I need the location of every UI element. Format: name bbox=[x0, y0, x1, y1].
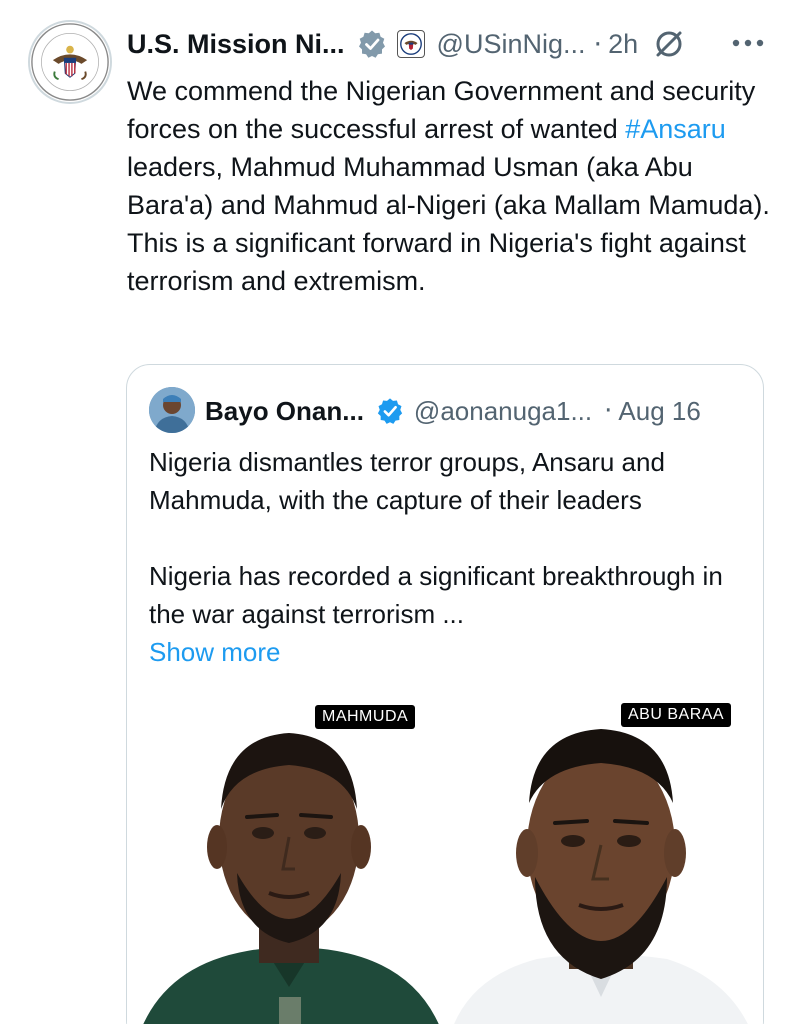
quoted-tweet-text: Nigeria dismantles terror groups, Ansaru… bbox=[149, 443, 749, 671]
quoted-media-image[interactable]: MAHMUDA ABU BARAA bbox=[127, 697, 763, 1024]
quoted-tweet-header: Bayo Onan... @aonanuga1... · Aug 16 bbox=[205, 391, 701, 431]
separator-dot: · bbox=[604, 396, 613, 426]
verified-badge-icon[interactable] bbox=[357, 29, 387, 59]
display-name[interactable]: U.S. Mission Ni... bbox=[127, 29, 345, 60]
us-mission-avatar[interactable] bbox=[28, 20, 112, 104]
photo-label-right: ABU BARAA bbox=[621, 703, 732, 727]
tweet[interactable]: U.S. Mission Ni... @USinNig... · 2h We c… bbox=[0, 0, 796, 1024]
handle[interactable]: @USinNig... bbox=[437, 29, 586, 60]
quoted-handle[interactable]: @aonanuga1... bbox=[414, 396, 592, 427]
government-affiliation-icon[interactable] bbox=[396, 30, 425, 58]
separator-dot: · bbox=[593, 28, 603, 60]
quoted-date[interactable]: Aug 16 bbox=[618, 396, 700, 427]
quoted-paragraph-1: Nigeria dismantles terror groups, Ansaru… bbox=[149, 447, 665, 515]
photo-label-left: MAHMUDA bbox=[315, 705, 416, 729]
grok-icon[interactable] bbox=[652, 27, 686, 61]
quoted-paragraph-2: Nigeria has recorded a significant break… bbox=[149, 561, 723, 629]
verified-badge-icon[interactable] bbox=[376, 397, 404, 425]
more-options-icon[interactable] bbox=[730, 30, 766, 56]
suspect-photos bbox=[127, 697, 763, 1024]
timestamp[interactable]: 2h bbox=[608, 29, 638, 60]
show-more-link[interactable]: Show more bbox=[149, 633, 749, 671]
hashtag-link[interactable]: #Ansaru bbox=[625, 114, 726, 144]
quoted-tweet[interactable]: Bayo Onan... @aonanuga1... · Aug 16 Nige… bbox=[126, 364, 764, 1024]
us-mission-seal-icon bbox=[31, 23, 109, 101]
quoted-display-name[interactable]: Bayo Onan... bbox=[205, 396, 364, 427]
tweet-text-end: leaders, Mahmud Muhammad Usman (aka Abu … bbox=[127, 152, 770, 296]
quoted-author-avatar[interactable] bbox=[149, 387, 195, 433]
tweet-text: We commend the Nigerian Government and s… bbox=[127, 72, 777, 300]
tweet-header: U.S. Mission Ni... @USinNig... · 2h bbox=[127, 24, 686, 64]
